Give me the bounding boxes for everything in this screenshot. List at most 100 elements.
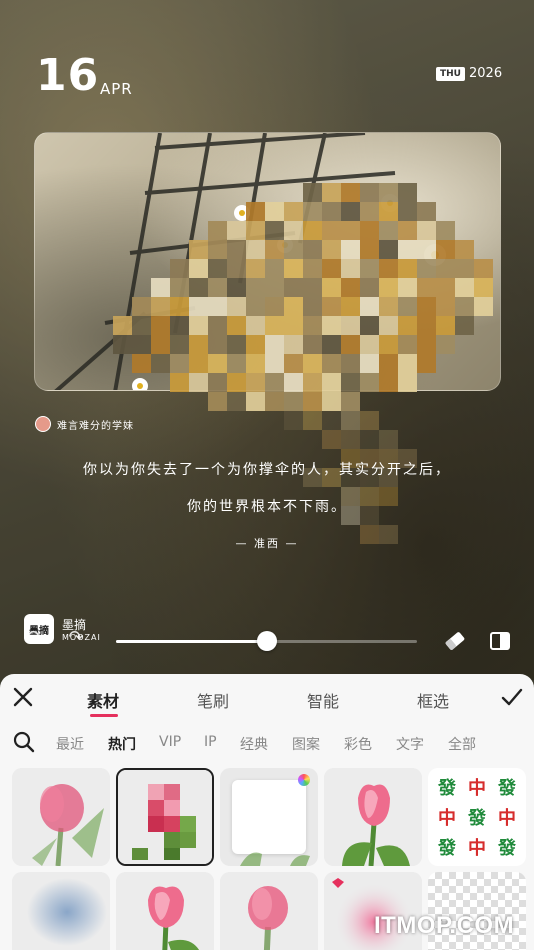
category-hot[interactable]: 热门 <box>108 734 136 754</box>
mosaic-cell <box>360 202 379 221</box>
editor-canvas[interactable]: 16 APR THU 2026 难言难分的学妹 你以为你失去了一个为你撑伞的人，… <box>0 0 534 680</box>
mosaic-cell <box>151 316 170 335</box>
category-recent[interactable]: 最近 <box>56 734 84 754</box>
author-avatar <box>35 416 51 432</box>
mosaic-cell <box>227 259 246 278</box>
material-tile-blue-blur[interactable] <box>12 872 110 950</box>
material-tile-tulip-blur-2[interactable] <box>220 872 318 950</box>
mosaic-cell <box>341 316 360 335</box>
mosaic-cell <box>246 316 265 335</box>
mosaic-cell <box>265 221 284 240</box>
mosaic-cell <box>455 297 474 316</box>
mosaic-cell <box>417 221 436 240</box>
mosaic-cell <box>227 335 246 354</box>
mahjong-char: 發 <box>468 808 486 829</box>
mosaic-cell <box>341 297 360 316</box>
mosaic-cell <box>341 411 360 430</box>
mosaic-cell <box>379 373 398 392</box>
redo-icon[interactable]: ↷ <box>66 628 86 648</box>
category-all[interactable]: 全部 <box>448 734 476 754</box>
mosaic-cell <box>341 354 360 373</box>
mosaic-cell <box>246 392 265 411</box>
mosaic-cell <box>208 373 227 392</box>
weekday-badge: THU <box>436 67 465 81</box>
mosaic-cell <box>265 392 284 411</box>
mosaic-cell <box>303 392 322 411</box>
brush-size-slider[interactable] <box>116 631 417 651</box>
mosaic-cell <box>265 354 284 373</box>
mahjong-char: 發 <box>438 838 456 859</box>
eraser-icon[interactable] <box>443 630 467 652</box>
tab-select[interactable]: 框选 <box>398 688 468 712</box>
mosaic-cell <box>379 183 398 202</box>
material-tile-tulip[interactable] <box>324 768 422 866</box>
mosaic-cell <box>379 202 398 221</box>
mosaic-cell <box>246 297 265 316</box>
mosaic-cell <box>322 316 341 335</box>
category-vip[interactable]: VIP <box>159 734 181 750</box>
mosaic-cell <box>303 278 322 297</box>
mosaic-cell <box>379 278 398 297</box>
mosaic-cell <box>436 297 455 316</box>
mosaic-cell <box>341 392 360 411</box>
mosaic-cell <box>379 297 398 316</box>
material-tile-tulip-2[interactable] <box>116 872 214 950</box>
category-color[interactable]: 彩色 <box>344 734 372 754</box>
category-pattern[interactable]: 图案 <box>292 734 320 754</box>
compare-icon[interactable] <box>490 632 510 650</box>
mosaic-cell <box>398 278 417 297</box>
mosaic-cell <box>189 316 208 335</box>
mosaic-cell <box>208 259 227 278</box>
mosaic-cell <box>474 278 493 297</box>
mosaic-cell <box>455 240 474 259</box>
mosaic-cell <box>284 278 303 297</box>
material-tile-pixel-tulip[interactable] <box>116 768 214 866</box>
slider-thumb[interactable] <box>256 631 277 651</box>
mosaic-cell <box>284 411 303 430</box>
tab-material[interactable]: 素材 <box>68 688 138 712</box>
mosaic-cell <box>265 373 284 392</box>
material-tile-mahjong[interactable]: 發中發中發中發中發 <box>428 768 526 866</box>
mosaic-cell <box>322 183 341 202</box>
mosaic-cell <box>246 202 265 221</box>
mosaic-cell <box>227 373 246 392</box>
mosaic-cell <box>341 259 360 278</box>
mosaic-cell <box>284 316 303 335</box>
close-icon[interactable] <box>12 686 34 708</box>
material-tile-blank-white[interactable] <box>220 768 318 866</box>
undo-icon[interactable]: ↶ <box>22 628 42 648</box>
mosaic-cell <box>360 221 379 240</box>
mosaic-cell <box>379 430 398 449</box>
mosaic-cell <box>360 240 379 259</box>
category-text[interactable]: 文字 <box>396 734 424 754</box>
mosaic-cell <box>265 202 284 221</box>
mosaic-cell <box>417 202 436 221</box>
mosaic-cell <box>303 221 322 240</box>
tab-smart[interactable]: 智能 <box>288 688 358 712</box>
mosaic-cell <box>284 202 303 221</box>
mosaic-cell <box>303 373 322 392</box>
mosaic-cell <box>265 316 284 335</box>
tab-brush[interactable]: 笔刷 <box>178 688 248 712</box>
mahjong-char: 發 <box>438 778 456 799</box>
mosaic-cell <box>360 183 379 202</box>
mosaic-cell <box>208 221 227 240</box>
mosaic-cell <box>398 259 417 278</box>
mosaic-cell <box>398 335 417 354</box>
mosaic-cell <box>398 297 417 316</box>
material-tile-tulip-blur[interactable] <box>12 768 110 866</box>
confirm-check-icon[interactable] <box>500 686 524 708</box>
mosaic-cell <box>417 354 436 373</box>
search-icon[interactable] <box>12 730 36 754</box>
mosaic-cell <box>379 316 398 335</box>
mosaic-cell <box>208 240 227 259</box>
mosaic-cell <box>132 335 151 354</box>
mosaic-cell <box>227 297 246 316</box>
mosaic-cell <box>246 373 265 392</box>
category-classic[interactable]: 经典 <box>240 734 268 754</box>
mosaic-cell <box>208 297 227 316</box>
mosaic-cell <box>322 392 341 411</box>
category-ip[interactable]: IP <box>204 734 217 750</box>
mosaic-cell <box>170 373 189 392</box>
mosaic-cell <box>189 373 208 392</box>
